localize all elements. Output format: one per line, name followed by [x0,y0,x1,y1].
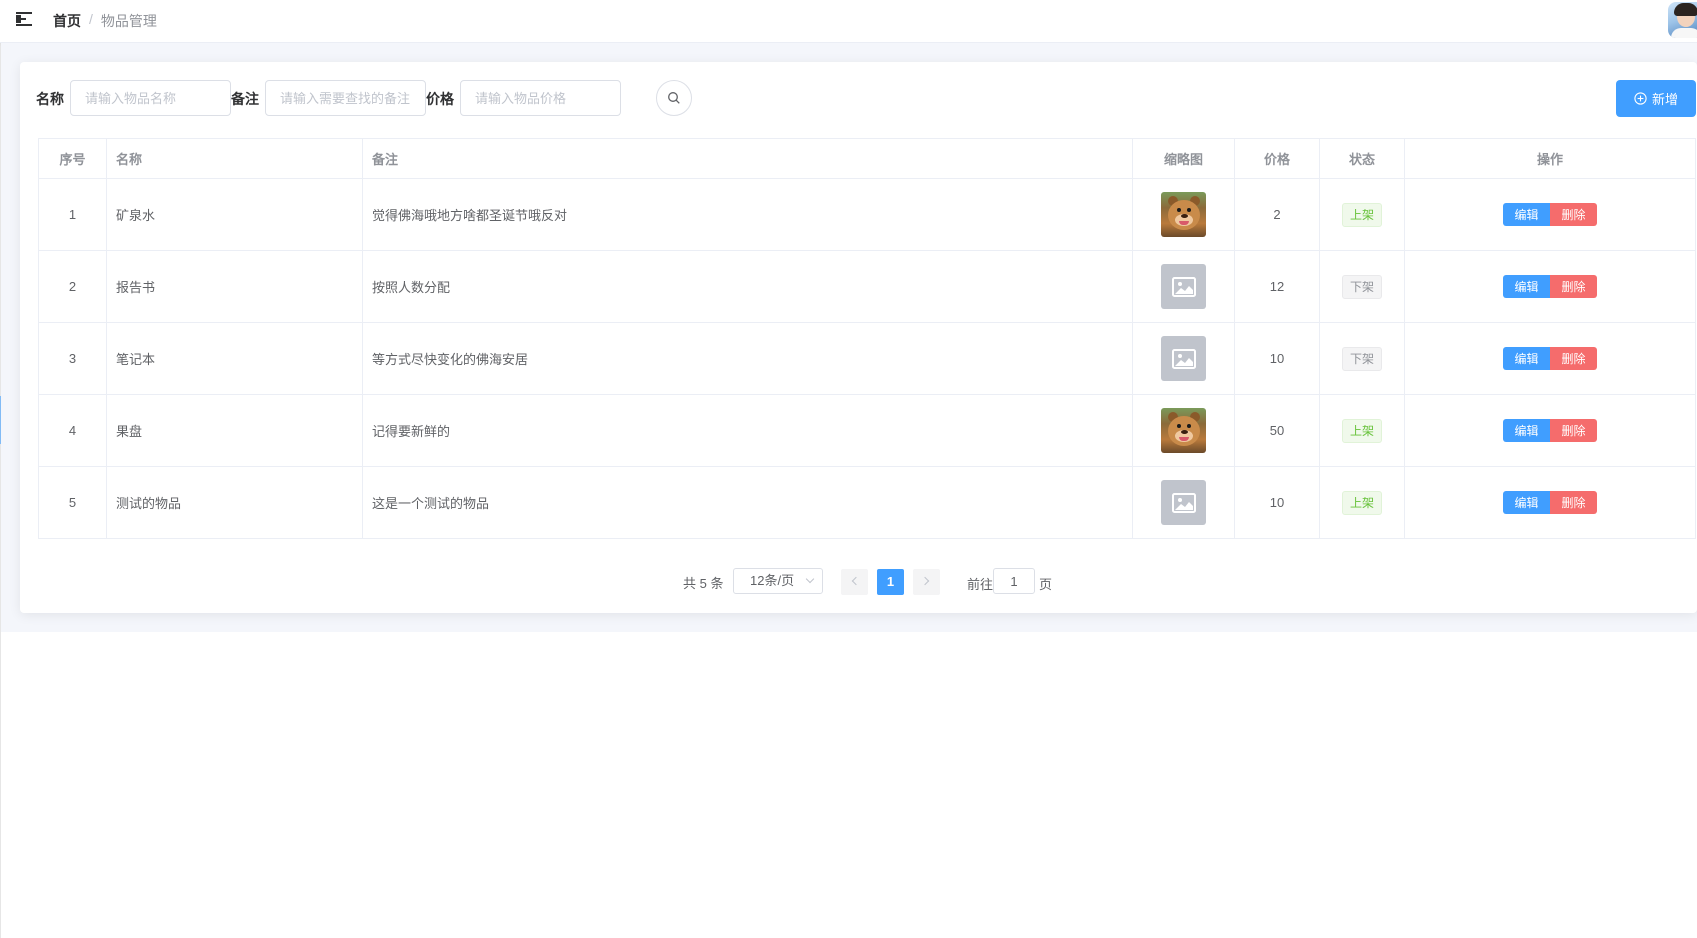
row-actions: 编辑 删除 [1503,275,1597,298]
breadcrumb-home[interactable]: 首页 [53,11,81,31]
row-price: 12 [1234,250,1320,323]
row-price: 50 [1234,394,1320,467]
edit-button[interactable]: 编辑 [1503,347,1550,370]
status-badge: 下架 [1342,346,1382,371]
row-name: 笔记本 [106,322,363,395]
image-placeholder-icon[interactable] [1161,480,1206,525]
image-placeholder-icon[interactable] [1161,264,1206,309]
row-actions: 编辑 删除 [1503,347,1597,370]
goto-page-input[interactable] [993,568,1035,594]
edit-button[interactable]: 编辑 [1503,203,1550,226]
breadcrumb-separator: / [89,11,93,27]
add-item-button[interactable]: 新增 [1616,80,1696,117]
row-remark: 这是一个测试的物品 [362,466,1133,539]
row-index: 2 [38,250,107,323]
chevron-right-icon [920,576,930,586]
status-badge: 上架 [1342,490,1382,515]
row-remark: 觉得佛海哦地方啥都圣诞节哦反对 [362,178,1133,251]
avatar[interactable] [1668,2,1697,38]
row-price: 2 [1234,178,1320,251]
name-search-label: 名称 [36,91,64,107]
row-remark: 按照人数分配 [362,250,1133,323]
breadcrumb-current: 物品管理 [100,13,157,29]
page-size-value: 12条/页 [750,573,795,588]
table-row: 3 笔记本 等方式尽快变化的佛海安居 10 下架 编辑 删除 [38,322,1696,395]
items-table: 序号 名称 备注 缩略图 价格 状态 操作 1 矿泉水 觉得佛海哦地方啥都圣诞节… [38,138,1696,539]
column-header-status: 状态 [1319,138,1405,179]
row-index: 1 [38,178,107,251]
edit-button[interactable]: 编辑 [1503,491,1550,514]
row-price: 10 [1234,322,1320,395]
row-index: 3 [38,322,107,395]
row-remark: 记得要新鲜的 [362,394,1133,467]
table-row: 5 测试的物品 这是一个测试的物品 10 上架 编辑 删除 [38,466,1696,539]
search-icon [668,92,680,104]
row-index: 4 [38,394,107,467]
row-name: 矿泉水 [106,178,363,251]
delete-button[interactable]: 删除 [1550,203,1597,226]
delete-button[interactable]: 删除 [1550,491,1597,514]
plus-circle-icon [1634,92,1647,105]
image-placeholder-icon[interactable] [1161,336,1206,381]
page-number-current[interactable]: 1 [877,569,904,595]
column-header-price: 价格 [1234,138,1320,179]
remark-search-label: 备注 [231,91,259,107]
delete-button[interactable]: 删除 [1550,347,1597,370]
breadcrumb: 首页 / 物品管理 [53,11,157,31]
chevron-left-icon [851,576,861,586]
search-button[interactable] [656,80,692,116]
row-name: 报告书 [106,250,363,323]
column-header-index: 序号 [38,138,107,179]
status-badge: 上架 [1342,418,1382,443]
bear-thumbnail-image[interactable] [1161,192,1206,237]
chevron-down-icon [805,574,815,584]
name-search-input[interactable] [70,80,231,116]
row-name: 果盘 [106,394,363,467]
column-header-remark: 备注 [362,138,1133,179]
table-row: 1 矿泉水 觉得佛海哦地方啥都圣诞节哦反对 2 上架 编辑 删除 [38,178,1696,251]
status-badge: 下架 [1342,274,1382,299]
row-index: 5 [38,466,107,539]
delete-button[interactable]: 删除 [1550,419,1597,442]
remark-search-input[interactable] [265,80,426,116]
prev-page-button[interactable] [841,569,868,595]
row-actions: 编辑 删除 [1503,491,1597,514]
row-actions: 编辑 删除 [1503,203,1597,226]
page-size-select[interactable]: 12条/页 [733,568,823,594]
column-header-actions: 操作 [1404,138,1696,179]
price-search-label: 价格 [426,91,454,107]
table-header-row: 序号 名称 备注 缩略图 价格 状态 操作 [38,138,1696,179]
column-header-name: 名称 [106,138,363,179]
next-page-button[interactable] [913,569,940,595]
pagination-total: 共 5 条 [683,576,724,591]
top-navbar: 首页 / 物品管理 [0,0,1697,43]
bear-thumbnail-image[interactable] [1161,408,1206,453]
goto-label: 前往 [967,577,994,592]
table-row: 2 报告书 按照人数分配 12 下架 编辑 删除 [38,250,1696,323]
menu-toggle-icon[interactable] [16,12,32,26]
edit-button[interactable]: 编辑 [1503,419,1550,442]
table-row: 4 果盘 记得要新鲜的 50 上架 编辑 删除 [38,394,1696,467]
edit-button[interactable]: 编辑 [1503,275,1550,298]
status-badge: 上架 [1342,202,1382,227]
row-price: 10 [1234,466,1320,539]
row-actions: 编辑 删除 [1503,419,1597,442]
column-header-thumbnail: 缩略图 [1132,138,1235,179]
goto-suffix: 页 [1039,577,1053,592]
price-search-input[interactable] [460,80,621,116]
row-name: 测试的物品 [106,466,363,539]
delete-button[interactable]: 删除 [1550,275,1597,298]
add-item-label: 新增 [1651,92,1678,107]
row-remark: 等方式尽快变化的佛海安居 [362,322,1133,395]
